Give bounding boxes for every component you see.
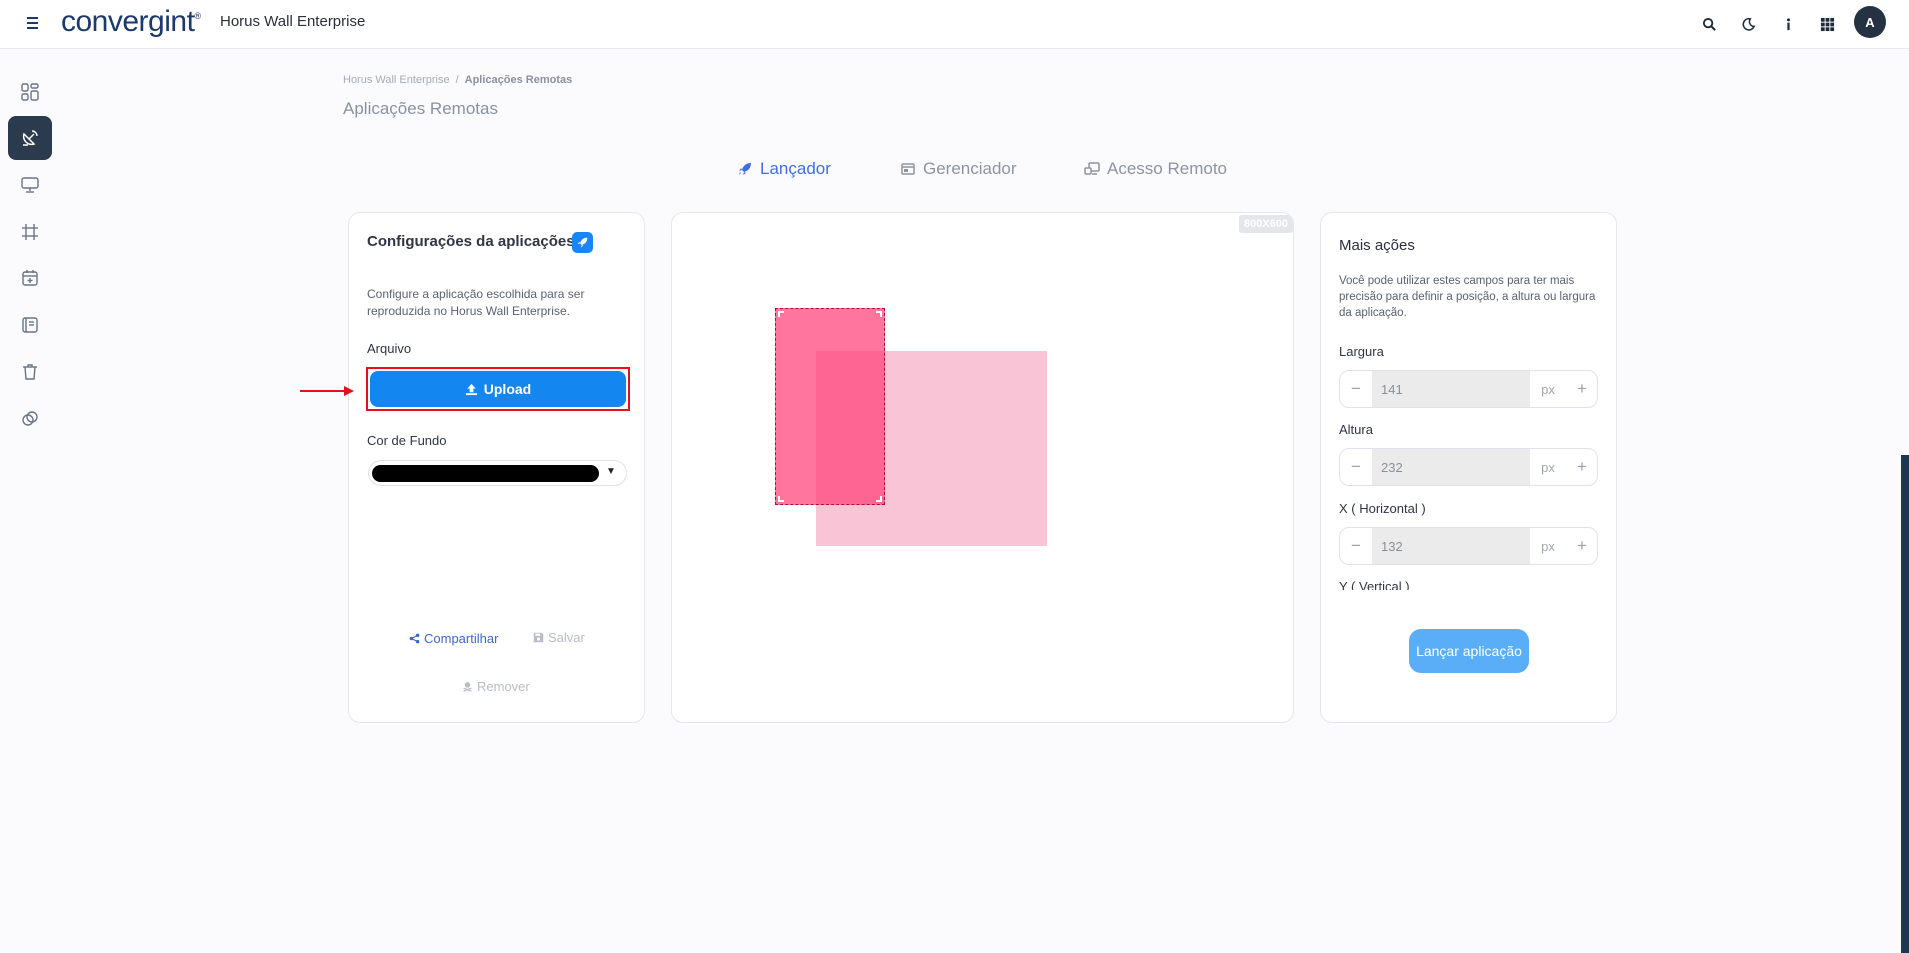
resize-handle-bottom-right[interactable]: [876, 496, 882, 502]
save-icon: [533, 632, 544, 643]
info-icon[interactable]: [1776, 12, 1800, 36]
search-icon[interactable]: [1697, 12, 1721, 36]
width-label: Largura: [1339, 344, 1384, 359]
x-stepper: − px +: [1339, 527, 1598, 565]
monitor-icon: [21, 177, 39, 193]
dashboard-icon: [21, 83, 39, 101]
save-button[interactable]: Salvar: [533, 630, 585, 645]
sidebar-item-layout[interactable]: [8, 210, 52, 254]
upload-highlight: Upload: [366, 367, 630, 411]
y-label: Y ( Vertical ): [1339, 579, 1410, 590]
sidebar-item-dashboard[interactable]: [8, 70, 52, 114]
width-input[interactable]: [1372, 371, 1530, 407]
resize-handle-top-right[interactable]: [876, 311, 882, 317]
fields-scroll-clip: Y ( Vertical ): [1321, 579, 1618, 590]
sidebar-item-displays[interactable]: [8, 163, 52, 207]
trash-icon: [23, 364, 37, 380]
width-increment-button[interactable]: +: [1566, 371, 1597, 407]
notebook-icon: [22, 317, 38, 333]
page-title: Aplicações Remotas: [343, 99, 498, 118]
rocket-icon: [739, 163, 751, 175]
share-button[interactable]: Compartilhar: [409, 631, 498, 646]
share-icon: [409, 633, 420, 644]
x-unit: px: [1541, 538, 1555, 554]
rocket-icon: [572, 232, 593, 253]
height-label: Altura: [1339, 422, 1373, 437]
sidebar-item-notes[interactable]: [8, 303, 52, 347]
bg-color-swatch: [372, 465, 599, 482]
actions-description: Você pode utilizar estes campos para ter…: [1339, 275, 1596, 319]
height-unit: px: [1541, 459, 1555, 475]
sidebar-item-trash[interactable]: [8, 350, 52, 394]
window-icon: [901, 163, 915, 175]
x-input[interactable]: [1372, 528, 1530, 564]
upload-button[interactable]: Upload: [370, 371, 626, 407]
apps-grid-icon[interactable]: [1815, 12, 1839, 36]
remote-desktop-icon: [1084, 162, 1100, 175]
tab-launcher[interactable]: Lançador: [737, 159, 831, 179]
config-card-title: Configurações da aplicações: [367, 233, 575, 250]
link-icon: [22, 411, 38, 426]
sidebar-item-remote-apps[interactable]: [8, 116, 52, 160]
height-increment-button[interactable]: +: [1566, 449, 1597, 485]
app-config-card: Configurações da aplicações Configure a …: [348, 212, 645, 723]
x-label: X ( Horizontal ): [1339, 501, 1426, 516]
bg-color-select[interactable]: ▼: [368, 460, 627, 486]
breadcrumb: Horus Wall Enterprise / Aplicações Remotas: [343, 74, 573, 86]
resize-handle-bottom-left[interactable]: [778, 496, 784, 502]
sidebar: [0, 50, 62, 953]
caret-down-icon: ▼: [606, 466, 616, 477]
remove-button[interactable]: Remover: [462, 679, 530, 694]
actions-card-title: Mais ações: [1339, 237, 1415, 254]
bg-color-label: Cor de Fundo: [367, 433, 447, 448]
config-description: Configure a aplicação escolhida para ser…: [367, 287, 585, 318]
x-decrement-button[interactable]: −: [1340, 528, 1372, 564]
frame-icon: [22, 224, 38, 240]
width-stepper: − px +: [1339, 370, 1598, 408]
height-stepper: − px +: [1339, 448, 1598, 486]
upload-icon: [465, 383, 477, 395]
width-unit: px: [1541, 381, 1555, 397]
app-title: Horus Wall Enterprise: [220, 13, 366, 30]
height-input[interactable]: [1372, 449, 1530, 485]
sidebar-item-integrations[interactable]: [8, 397, 52, 441]
app-window-preview[interactable]: [775, 308, 885, 505]
breadcrumb-root[interactable]: Horus Wall Enterprise: [343, 74, 450, 86]
width-decrement-button[interactable]: −: [1340, 371, 1372, 407]
height-decrement-button[interactable]: −: [1340, 449, 1372, 485]
more-actions-card: Mais ações Você pode utilizar estes camp…: [1320, 212, 1617, 723]
page-scrollbar[interactable]: [1901, 455, 1909, 953]
top-bar: convergint® Horus Wall Enterprise A: [0, 0, 1909, 49]
calendar-plus-icon: [22, 270, 38, 286]
satellite-dish-icon: [22, 130, 38, 146]
file-label: Arquivo: [367, 341, 412, 356]
user-avatar[interactable]: A: [1854, 6, 1886, 38]
resize-handle-top-left[interactable]: [778, 311, 784, 317]
red-arrow-annotation: [300, 386, 354, 396]
x-increment-button[interactable]: +: [1566, 528, 1597, 564]
resolution-badge: 800X600: [1238, 215, 1293, 233]
sidebar-item-calendar[interactable]: [8, 256, 52, 300]
menu-icon[interactable]: [24, 12, 46, 34]
dark-mode-icon[interactable]: [1736, 12, 1760, 36]
tab-remote-access[interactable]: Acesso Remoto: [1084, 159, 1227, 179]
brand-logo[interactable]: convergint®: [61, 5, 201, 39]
skull-crossbones-icon: [463, 682, 472, 692]
launch-app-button[interactable]: Lançar aplicação: [1409, 629, 1529, 673]
breadcrumb-current: Aplicações Remotas: [464, 74, 573, 86]
tab-manager[interactable]: Gerenciador: [900, 159, 1017, 179]
preview-canvas: 800X600: [671, 212, 1294, 723]
